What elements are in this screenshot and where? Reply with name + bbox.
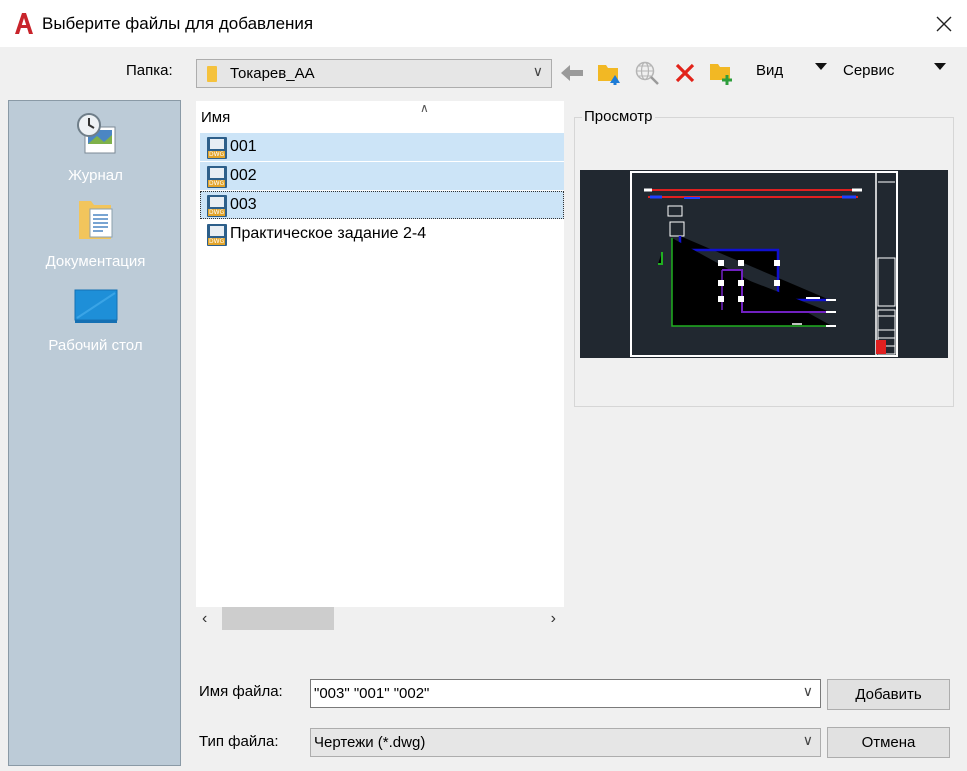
filename-value: "003" "001" "002" <box>314 685 430 702</box>
places-item-label: Журнал <box>68 167 123 184</box>
folder-icon <box>207 66 217 82</box>
file-name: 002 <box>230 167 257 184</box>
view-dropdown-arrow-icon[interactable] <box>815 63 827 70</box>
file-name: 001 <box>230 138 257 155</box>
title-bar: Выберите файлы для добавления <box>0 0 967 48</box>
close-button[interactable] <box>921 0 967 48</box>
file-row[interactable]: Практическое задание 2-4 <box>200 220 564 248</box>
autocad-logo-icon <box>15 13 33 34</box>
file-row[interactable]: 002 <box>200 162 564 190</box>
chevron-down-icon: ∨ <box>802 732 813 748</box>
places-item-history[interactable]: Журнал <box>9 111 182 184</box>
dwg-file-icon <box>207 195 227 217</box>
cancel-button[interactable]: Отмена <box>827 727 950 758</box>
file-list[interactable]: ∧ Имя 001 002 003 Практическое задание 2… <box>196 101 564 632</box>
dwg-file-icon <box>207 166 227 188</box>
drawing-preview-image <box>580 170 948 358</box>
places-item-documents[interactable]: Документация <box>9 197 182 270</box>
search-web-button[interactable] <box>632 59 662 87</box>
filetype-select[interactable]: Чертежи (*.dwg) ∨ <box>310 728 821 757</box>
scroll-left-icon[interactable]: ‹ <box>202 610 207 628</box>
dwg-file-icon <box>207 224 227 246</box>
back-button[interactable] <box>558 59 586 87</box>
places-item-label: Документация <box>45 253 146 270</box>
delete-button[interactable] <box>671 59 699 87</box>
preview-label: Просмотр <box>582 108 655 125</box>
delete-x-icon <box>675 63 695 83</box>
filetype-value: Чертежи (*.dwg) <box>314 734 426 751</box>
places-item-desktop[interactable]: Рабочий стол <box>9 287 182 354</box>
desktop-icon <box>74 289 117 323</box>
new-folder-icon <box>710 64 732 85</box>
globe-search-icon <box>635 61 659 85</box>
dwg-file-icon <box>207 137 227 159</box>
chevron-down-icon[interactable]: ∨ <box>803 683 813 700</box>
places-bar: Журнал Документация Рабочий стол <box>8 100 181 766</box>
file-name: Практическое задание 2-4 <box>230 225 427 242</box>
back-arrow-icon <box>561 65 583 81</box>
filetype-label: Тип файла: <box>199 733 279 750</box>
up-folder-button[interactable] <box>594 59 624 87</box>
horizontal-scrollbar[interactable]: ‹ › <box>196 607 564 632</box>
view-menu-button[interactable]: Вид <box>756 62 783 79</box>
folder-up-icon <box>598 65 620 85</box>
file-row[interactable]: 001 <box>200 133 564 161</box>
folder-value: Токарев_АА <box>230 65 315 82</box>
folder-combobox[interactable]: Токарев_АА ∨ <box>196 59 552 88</box>
add-button[interactable]: Добавить <box>827 679 950 710</box>
tools-dropdown-arrow-icon[interactable] <box>934 63 946 70</box>
sort-ascending-icon: ∧ <box>420 101 429 115</box>
scrollbar-thumb[interactable] <box>222 607 334 630</box>
places-item-label: Рабочий стол <box>48 337 143 354</box>
chevron-down-icon: ∨ <box>532 63 543 79</box>
column-header-name[interactable]: Имя <box>201 109 230 126</box>
file-row[interactable]: 003 <box>200 191 564 219</box>
filename-input[interactable]: "003" "001" "002" ∨ <box>310 679 821 708</box>
history-icon <box>76 113 115 154</box>
close-icon <box>936 16 952 32</box>
documents-icon <box>78 201 112 239</box>
folder-label: Папка: <box>126 62 173 79</box>
file-name: 003 <box>230 196 257 213</box>
filename-label: Имя файла: <box>199 683 283 700</box>
scroll-right-icon[interactable]: › <box>551 610 556 628</box>
tools-menu-button[interactable]: Сервис <box>843 62 894 79</box>
new-folder-button[interactable] <box>706 59 736 87</box>
window-title: Выберите файлы для добавления <box>42 14 314 33</box>
